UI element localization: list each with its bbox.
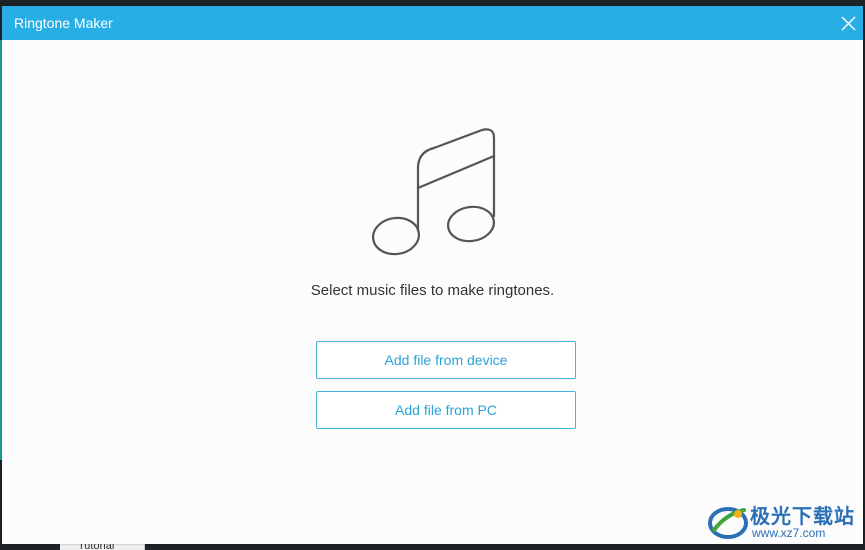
close-icon — [841, 16, 856, 31]
instruction-text: Select music files to make ringtones. — [310, 282, 555, 299]
watermark-logo-icon — [708, 507, 748, 539]
close-button[interactable] — [835, 6, 863, 40]
watermark: 极光下载站 www.xz7.com — [708, 498, 860, 544]
watermark-url: www.xz7.com — [752, 526, 826, 540]
watermark-name: 极光下载站 — [750, 506, 855, 528]
dialog-titlebar: Ringtone Maker — [2, 6, 863, 40]
music-note-icon — [371, 128, 496, 256]
add-file-from-device-button[interactable]: Add file from device — [316, 341, 576, 379]
add-file-from-pc-button[interactable]: Add file from PC — [316, 391, 576, 429]
ringtone-maker-dialog: Ringtone Maker Select music files to mak… — [2, 6, 863, 544]
dialog-title: Ringtone Maker — [14, 15, 113, 31]
